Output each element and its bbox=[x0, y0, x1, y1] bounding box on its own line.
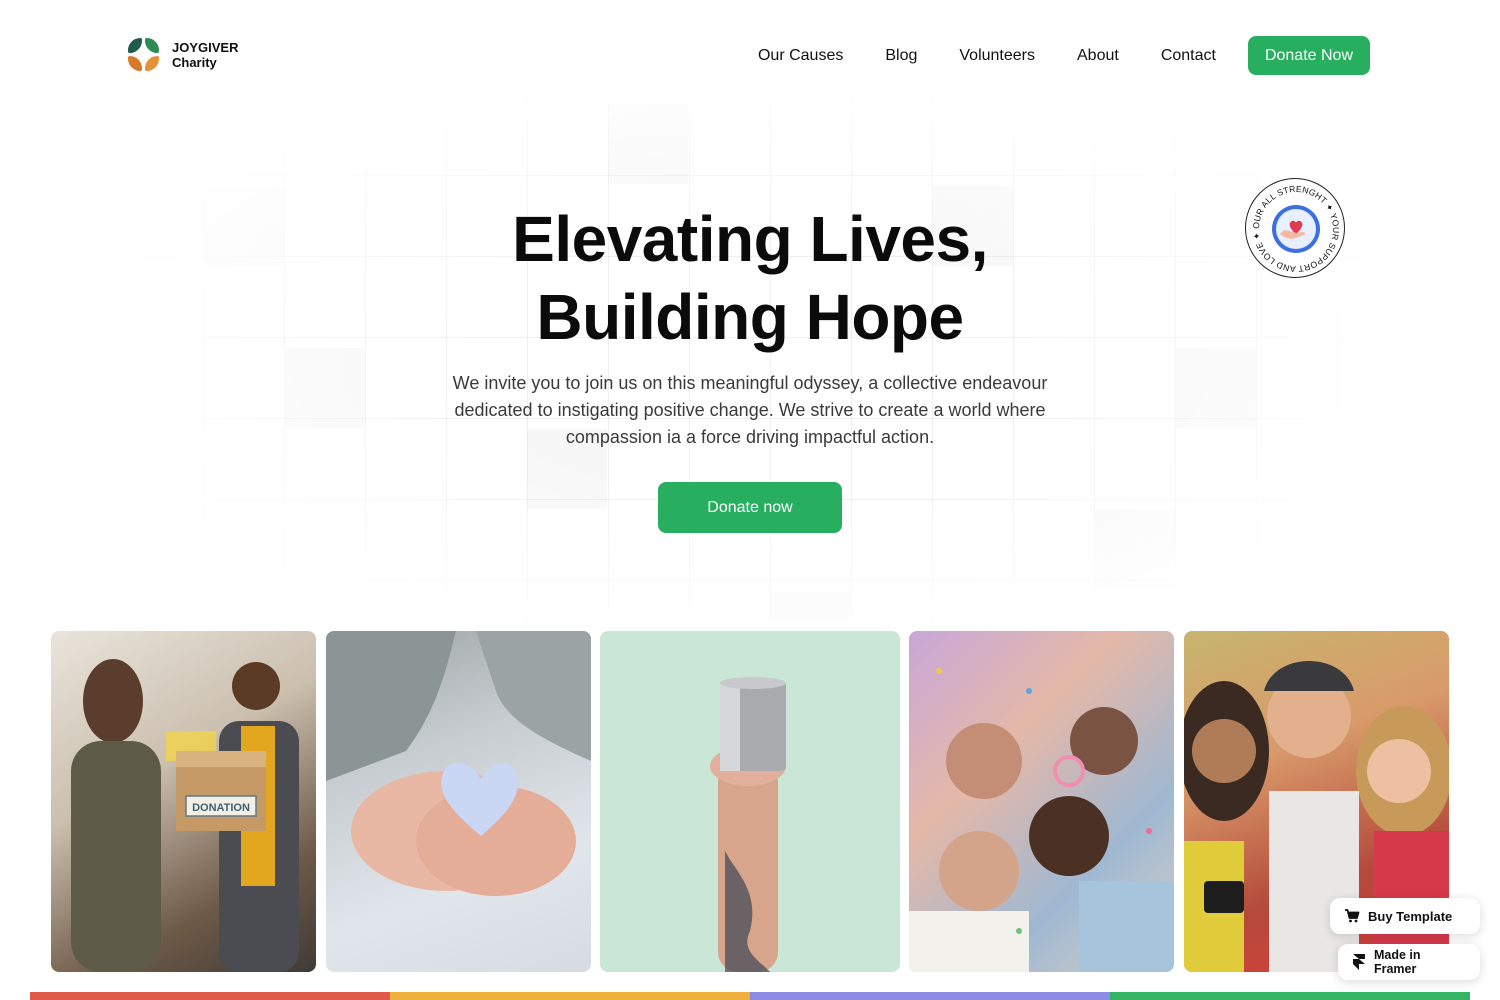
heart-hands-icon bbox=[1272, 205, 1320, 253]
hero-donate-button[interactable]: Donate now bbox=[658, 482, 842, 533]
color-bar-segment-yellow bbox=[390, 992, 750, 1000]
donation-box-photo: DONATION bbox=[71, 659, 299, 972]
color-bar-segment-red bbox=[30, 992, 390, 1000]
buy-template-button[interactable]: Buy Template bbox=[1330, 898, 1480, 934]
friends-circle-confetti-photo bbox=[909, 668, 1174, 972]
hero-grid-background bbox=[120, 100, 1380, 620]
framer-logo-icon bbox=[1352, 954, 1365, 970]
hero-title-line2: Building Hope bbox=[536, 281, 964, 353]
color-bar-segment-purple bbox=[750, 992, 1110, 1000]
hand-holding-tin-can-photo bbox=[710, 677, 786, 972]
nav-link-blog[interactable]: Blog bbox=[885, 37, 917, 75]
nav-link-volunteers[interactable]: Volunteers bbox=[959, 37, 1035, 75]
nav-link-contact[interactable]: Contact bbox=[1161, 37, 1216, 75]
made-in-framer-label: Made in Framer bbox=[1373, 948, 1421, 976]
main-nav: Our Causes Blog Volunteers About Contact… bbox=[758, 36, 1370, 75]
hero-subtitle: We invite you to join us on this meaning… bbox=[452, 373, 1048, 447]
buy-template-label: Buy Template bbox=[1368, 908, 1453, 924]
brand-name: JOYGIVER Charity bbox=[172, 40, 238, 70]
badge-graphic: OUR ALL STRENGHT ✦ YOUR SUPPORT AND LOVE… bbox=[1251, 184, 1341, 274]
gallery-card-friends-circle bbox=[909, 631, 1174, 972]
brand-logo[interactable]: JOYGIVER Charity bbox=[128, 38, 238, 72]
brand-name-line1: JOYGIVER bbox=[172, 40, 239, 55]
color-bar-segment-green bbox=[1110, 992, 1470, 1000]
circular-badge: OUR ALL STRENGHT ✦ YOUR SUPPORT AND LOVE… bbox=[1245, 178, 1345, 278]
nav-link-our-causes[interactable]: Our Causes bbox=[758, 37, 843, 75]
site-header: JOYGIVER Charity Our Causes Blog Volunte… bbox=[0, 0, 1500, 100]
hands-holding-heart-photo bbox=[326, 631, 591, 896]
gallery-card-tin-can bbox=[600, 631, 900, 972]
header-donate-button[interactable]: Donate Now bbox=[1247, 36, 1370, 75]
gallery-card-hands-heart bbox=[326, 631, 591, 972]
brand-name-line2: Charity bbox=[172, 55, 217, 70]
made-in-framer-badge[interactable]: Made in Framer bbox=[1338, 944, 1480, 980]
clover-leaf-logo-icon bbox=[128, 38, 160, 72]
cart-icon bbox=[1345, 909, 1360, 923]
nav-link-about[interactable]: About bbox=[1077, 37, 1119, 75]
donation-box-label: DONATION bbox=[192, 802, 250, 814]
bottom-color-bar bbox=[30, 992, 1470, 1000]
gallery-card-donation-box: DONATION bbox=[51, 631, 316, 972]
